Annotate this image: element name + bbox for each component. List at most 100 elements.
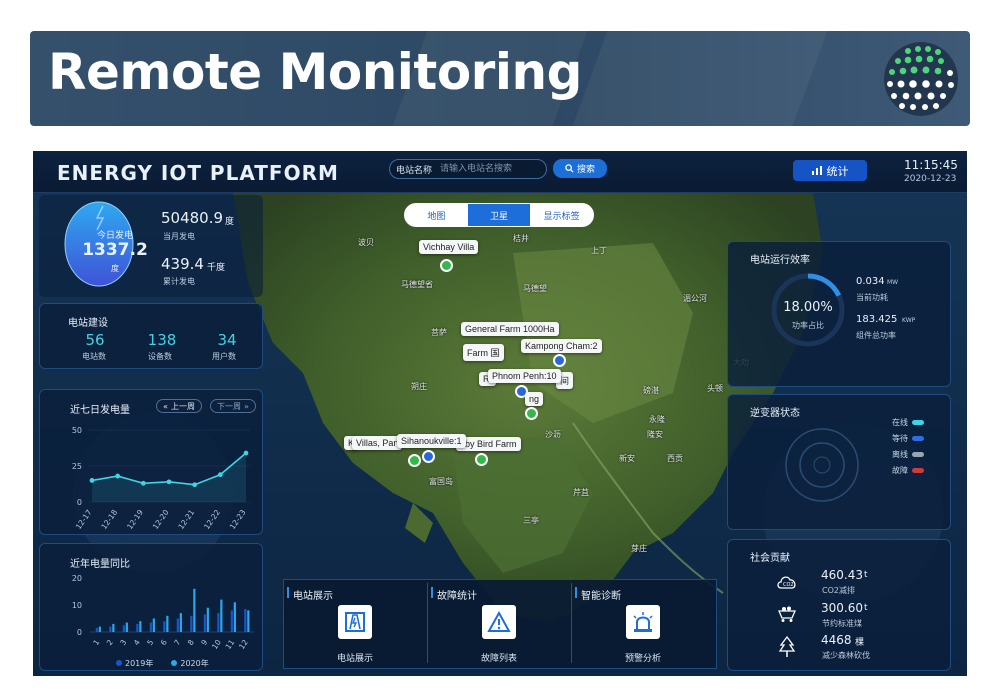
power-unit: MW (887, 279, 899, 286)
bar-2019年 (149, 622, 152, 632)
map-marker-label[interactable]: Phnom Penh:10 (488, 369, 561, 383)
place-label: 西贡 (667, 454, 683, 463)
card-accent (575, 587, 577, 598)
bar-2020年 (179, 613, 182, 632)
place-label: 芽庄 (631, 544, 647, 553)
banner-title: Remote Monitoring (48, 43, 582, 101)
x-tick-label: 1 (91, 638, 101, 647)
bar-2019年 (122, 625, 125, 632)
yearly-title: 近年电量同比 (70, 559, 130, 570)
card-accent (287, 587, 289, 598)
x-tick-label: 10 (210, 638, 223, 651)
today-value: 1337.2 (82, 240, 148, 260)
tab-show-labels[interactable]: 显示标签 (530, 204, 593, 226)
legend-waiting: 等待 (892, 433, 924, 444)
next-week-button[interactable]: 下一周» (210, 399, 256, 413)
bar-2020年 (112, 623, 115, 632)
month-label: 当月发电 (163, 232, 195, 241)
map-view-tabs: 地图 卫星 显示标签 (404, 203, 594, 227)
map-marker-label[interactable]: General Farm 1000Ha (461, 322, 559, 336)
map-marker-label[interactable]: Vichhay Villa (419, 240, 479, 254)
bar-2020年 (247, 610, 250, 632)
search-button[interactable]: 搜索 (553, 159, 607, 178)
chevron-right-icon: » (244, 401, 249, 411)
x-tick-label: 12-21 (176, 508, 196, 531)
coal-label: 节约标准煤 (822, 619, 862, 628)
inverter-title: 逆变器状态 (750, 408, 800, 419)
legend-waiting-swatch (912, 436, 924, 441)
prev-week-button[interactable]: «上一周 (156, 399, 202, 413)
banner-stripe (572, 31, 828, 126)
card-title: 电站展示 (293, 591, 333, 602)
weekly-title: 近七日发电量 (70, 405, 130, 416)
map-marker-label[interactable]: Villas, Pan (352, 436, 403, 450)
legend-dot-2020 (171, 660, 178, 666)
total-label: 累计发电 (163, 277, 195, 286)
map-marker-label[interactable]: ng (525, 392, 544, 406)
map-marker-label[interactable]: Kampong Cham:2 (521, 339, 602, 353)
tab-map[interactable]: 地图 (405, 204, 468, 226)
place-label: 桔井 (513, 234, 529, 243)
map-marker-green[interactable] (475, 453, 488, 466)
platform-title: ENERGY IOT PLATFORM (57, 161, 339, 185)
globe-logo-icon (884, 42, 958, 116)
bar-2020年 (152, 618, 155, 632)
stats-button-label: 统计 (826, 164, 849, 178)
y-tick-label: 10 (72, 601, 82, 610)
bar-2020年 (193, 588, 196, 632)
bar-2019年 (230, 610, 233, 632)
x-tick-label: 7 (172, 638, 182, 647)
bar-2020年 (220, 599, 223, 632)
tab-satellite[interactable]: 卫星 (467, 204, 531, 226)
x-tick-label: 6 (159, 638, 169, 647)
place-label: 上丁 (591, 246, 607, 255)
map-marker-blue[interactable] (553, 354, 566, 367)
data-point (243, 450, 249, 456)
total-unit: 千度 (207, 263, 226, 273)
data-point (166, 479, 172, 485)
banner: Remote Monitoring (30, 31, 970, 126)
fault-stats-card[interactable]: 故障统计 故障列表 (429, 581, 569, 667)
map-marker-label[interactable]: aby Bird Farm (456, 437, 521, 451)
svg-text:CO2: CO2 (783, 582, 794, 588)
power-label: 当前功耗 (856, 293, 888, 302)
legend-online: 在线 (892, 417, 924, 428)
x-tick-label: 12-17 (74, 508, 94, 531)
bar-2019年 (136, 623, 139, 632)
tree-unit: 棵 (855, 638, 865, 648)
coal-cart-icon (778, 606, 796, 622)
x-tick-label: 12-18 (99, 508, 119, 531)
x-tick-label: 12-23 (228, 508, 248, 531)
place-label: 湄公河 (683, 294, 707, 303)
co2-value: 460.43 (821, 568, 863, 582)
place-label: 头顿 (707, 384, 723, 393)
data-point (115, 473, 121, 479)
x-tick-label: 12-20 (151, 508, 171, 531)
place-label: 三亭 (523, 516, 539, 525)
map-marker-green[interactable] (408, 454, 421, 467)
construction-title: 电站建设 (68, 318, 108, 329)
today-unit: 度 (111, 264, 119, 273)
co2-unit: t (864, 570, 868, 580)
efficiency-title: 电站运行效率 (750, 255, 810, 266)
smart-diagnosis-card[interactable]: 智能诊断 预警分析 (573, 581, 713, 667)
data-point (89, 478, 95, 483)
map-marker-green[interactable] (440, 259, 453, 272)
search-input[interactable] (440, 161, 540, 177)
coal-unit: t (864, 603, 868, 613)
map-marker-label[interactable]: Sihanoukville:1 (397, 434, 466, 448)
x-tick-label: 5 (145, 638, 155, 647)
tree-value: 4468 (821, 633, 852, 647)
stats-button[interactable]: 统计 (793, 160, 867, 181)
power-value: 0.034 (856, 276, 885, 287)
map-marker-label[interactable]: Farm 国 (463, 344, 504, 361)
bar-chart-icon (811, 166, 822, 175)
station-display-card[interactable]: 电站展示 电站展示 (285, 581, 425, 667)
y-tick-label: 0 (77, 498, 82, 507)
map-marker-green[interactable] (525, 407, 538, 420)
bar-2019年 (203, 614, 206, 632)
legend-2020-label: 2020年 (180, 659, 209, 668)
coal-value: 300.60 (821, 601, 863, 615)
map-marker-blue[interactable] (422, 450, 435, 463)
social-panel: 社会贡献 CO2 460.43 t CO2减排 300.60 t 节约标准煤 4… (727, 539, 951, 671)
